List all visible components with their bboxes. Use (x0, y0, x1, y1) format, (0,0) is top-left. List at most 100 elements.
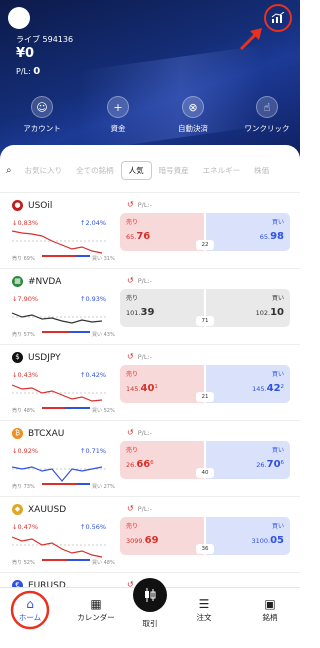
symbol-label: XAUUSD (28, 504, 67, 515)
instrument-row[interactable]: ◆ XAUUSD ↺ P/L:- ↓0.47% ↑0.56% 売り 52% 買い 48% 売り 3… (0, 496, 300, 572)
sell-button[interactable]: 売り 3099.69 (120, 517, 204, 555)
sell-price-pips: 66 (136, 459, 151, 470)
nav-calendar[interactable]: ▦ カレンダー (66, 596, 126, 623)
sell-sentiment: 売り 48% (12, 407, 35, 414)
instrument-row[interactable]: ● USOil ↺ P/L:- ↓0.83% ↑2.04% 売り 69% 買い 31% 売り 65… (0, 192, 300, 268)
account-action[interactable]: ☺ アカウント (12, 96, 72, 134)
buy-label: 買い (271, 371, 284, 378)
sell-price-pips: 40 (140, 383, 155, 394)
buy-price-main: 145. (252, 385, 267, 393)
spread-badge: 40 (196, 468, 214, 478)
nav-trade-label: 取引 (142, 619, 158, 628)
tab-popular[interactable]: 人気 (120, 160, 152, 180)
account-header: ライブ 594136 ¥0 P/L: 0 ☺ アカウント + 資金 ⊗ 自動決済… (0, 0, 300, 160)
sentiment-bar (42, 559, 90, 561)
buy-sentiment-pct: 48% (103, 560, 115, 566)
close-circle-icon: ⊗ (182, 96, 204, 118)
change-down-value: 0.83% (17, 219, 39, 227)
buy-button[interactable]: 買い 102.10 (206, 289, 290, 327)
change-up: ↑0.71% (80, 447, 107, 455)
nav-trade[interactable]: 取引 (120, 618, 180, 629)
instrument-row[interactable]: ▦ #NVDA ↺ P/L:- ↓7.90% ↑0.93% 売り 57% 買い 43% 売り 10… (0, 268, 300, 344)
sell-sentiment: 売り 73% (12, 483, 35, 490)
buy-button[interactable]: 買い 65.98 (206, 213, 290, 251)
history-icon: ↺ (127, 504, 134, 513)
history-icon: ↺ (127, 428, 134, 437)
sentiment-bar (42, 331, 90, 333)
nav-orders-label: 注文 (196, 613, 212, 622)
pl-value: 0 (33, 66, 41, 77)
sell-price: 3099.69 (126, 535, 159, 546)
buy-sentiment-pct: 31% (103, 256, 115, 262)
funds-action[interactable]: + 資金 (88, 96, 148, 134)
sell-price-main: 3099. (126, 537, 145, 545)
nav-orders[interactable]: ☰ 注文 (174, 596, 234, 623)
instrument-icon: $ (12, 352, 23, 363)
avatar[interactable] (8, 7, 30, 29)
pnl-label: P/L:- (137, 200, 152, 209)
account-id: ライブ 594136 (16, 35, 74, 44)
tab-stocks[interactable]: 株価 (247, 162, 276, 179)
sentiment-bar (42, 407, 90, 409)
one-click-action[interactable]: ☝ ワンクリック (237, 96, 297, 134)
search-icon[interactable]: ⌕ (6, 165, 12, 176)
sparkline (12, 466, 106, 482)
sell-button[interactable]: 売り 101.39 (120, 289, 204, 327)
trade-button[interactable] (133, 578, 167, 612)
tab-all[interactable]: 全ての銘柄 (69, 162, 121, 179)
tab-energy[interactable]: エネルギー (196, 162, 248, 179)
symbol-label: USDJPY (28, 352, 61, 363)
sell-sentiment-label: 売り (12, 408, 23, 414)
symbol-label: BTCXAU (28, 428, 65, 439)
funds-action-label: 資金 (110, 124, 126, 133)
instrument-symbol: ▦ #NVDA (12, 276, 61, 287)
buy-sentiment-pct: 52% (103, 408, 115, 414)
pnl-label: P/L:- (137, 352, 152, 361)
sell-button[interactable]: 売り 65.76 (120, 213, 204, 251)
sell-button[interactable]: 売り 145.401 (120, 365, 204, 403)
auto-settle-action[interactable]: ⊗ 自動決済 (163, 96, 223, 134)
symbol-label: #NVDA (28, 276, 62, 287)
instrument-row[interactable]: ₿ BTCXAU ↺ P/L:- ↓0.92% ↑0.71% 売り 73% 買い 27% 売り 2… (0, 420, 300, 496)
spread-badge: 71 (196, 316, 214, 326)
tab-crypto[interactable]: 暗号資産 (152, 162, 196, 179)
sell-price-main: 145. (126, 385, 141, 393)
sparkline (12, 536, 106, 558)
change-down-value: 0.47% (17, 523, 39, 531)
instrument-symbol: ◆ XAUUSD (12, 504, 66, 515)
instrument-row[interactable]: $ USDJPY ↺ P/L:- ↓0.43% ↑0.42% 売り 48% 買い 52% 売り 1… (0, 344, 300, 420)
account-balance: ¥0 (16, 46, 35, 61)
nav-home[interactable]: ⌂ ホーム (0, 596, 60, 623)
history-icon: ↺ (127, 200, 134, 209)
buy-price: 102.10 (256, 307, 284, 318)
instrument-symbol: ● USOil (12, 200, 52, 211)
buy-button[interactable]: 買い 3100.05 (206, 517, 290, 555)
buy-price-pips: 42 (266, 383, 281, 394)
pnl-indicator: ↺P/L:- (127, 352, 152, 361)
tab-favorites[interactable]: お気に入り (18, 162, 70, 179)
sell-sentiment-label: 売り (12, 256, 23, 262)
bar-chart-icon (271, 12, 285, 23)
buy-button[interactable]: 買い 145.422 (206, 365, 290, 403)
buy-price-pips: 98 (270, 231, 284, 242)
nav-symbols[interactable]: ▣ 銘柄 (240, 596, 300, 623)
instrument-icon: ▦ (12, 276, 23, 287)
change-down-value: 0.92% (17, 447, 39, 455)
buy-price-main: 65. (259, 233, 271, 241)
history-icon: ↺ (127, 352, 134, 361)
change-up-value: 0.93% (85, 295, 107, 303)
sell-label: 売り (126, 371, 139, 378)
buy-button[interactable]: 買い 26.706 (206, 441, 290, 479)
change-up-value: 0.56% (85, 523, 107, 531)
analytics-button[interactable] (264, 4, 292, 32)
annotation-arrow-icon (239, 28, 262, 51)
sell-price: 26.666 (126, 459, 154, 470)
sell-price-main: 26. (126, 461, 137, 469)
change-down: ↓0.43% (12, 371, 39, 379)
buy-price-main: 102. (255, 309, 271, 317)
sell-button[interactable]: 売り 26.666 (120, 441, 204, 479)
sell-price-pips: 76 (136, 231, 151, 242)
buy-price-main: 3100. (251, 537, 271, 545)
sell-price-main: 65. (126, 233, 137, 241)
spread-badge: 22 (196, 240, 214, 250)
